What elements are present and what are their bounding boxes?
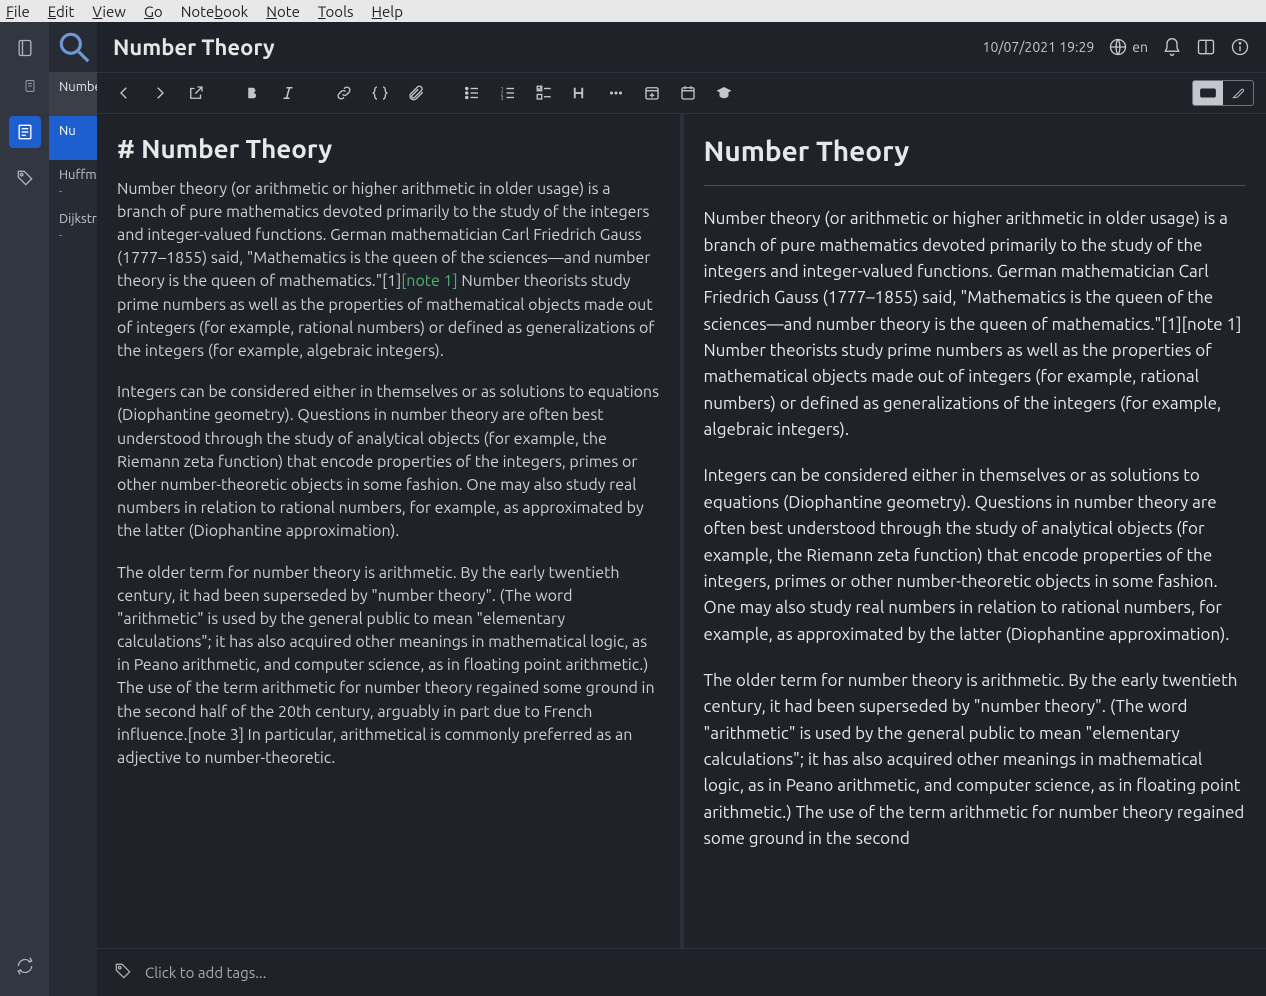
nav-forward-button[interactable] — [145, 78, 175, 108]
menu-go[interactable]: Go — [144, 3, 163, 20]
checkbox-list-button[interactable] — [529, 78, 559, 108]
hr-button[interactable] — [601, 78, 631, 108]
menu-file[interactable]: File — [6, 3, 30, 20]
note-link[interactable]: [note 1] — [401, 272, 457, 290]
notes-icon[interactable] — [9, 116, 41, 148]
code-button[interactable] — [365, 78, 395, 108]
notelist-item-title: Nu — [59, 124, 87, 138]
svg-text:3: 3 — [501, 95, 504, 101]
note-title[interactable]: Number Theory — [113, 35, 983, 60]
note-list: Number Theory Nu Huffman - Dijkstra - — [49, 22, 97, 996]
search-button[interactable] — [49, 22, 97, 72]
menu-tools[interactable]: Tools — [318, 3, 354, 20]
note-header: Number Theory 10/07/2021 19:29 en — [97, 22, 1266, 72]
menu-help[interactable]: Help — [372, 3, 403, 20]
notebooks-icon[interactable] — [9, 32, 41, 64]
sync-icon[interactable] — [9, 950, 41, 982]
calendar-button[interactable] — [673, 78, 703, 108]
language-label: en — [1132, 39, 1148, 55]
note-footer: Click to add tags... — [97, 948, 1266, 996]
menu-edit[interactable]: Edit — [48, 3, 75, 20]
notelist-item[interactable]: Dijkstra - — [49, 204, 97, 248]
notelist-item-title: Number Theory — [59, 80, 87, 94]
editor-paragraph: The older term for number theory is arit… — [117, 562, 660, 771]
preview-pane: Number Theory Number theory (or arithmet… — [684, 114, 1266, 948]
view-mode-toggle[interactable] — [1192, 80, 1254, 106]
sidebar-rail — [0, 22, 49, 996]
richtext-mode-button[interactable] — [1223, 81, 1253, 105]
notelist-item-sub: - — [59, 230, 87, 242]
notelist-item-title: Dijkstra — [59, 212, 87, 226]
preview-paragraph: The older term for number theory is arit… — [704, 668, 1247, 852]
preview-paragraph: Integers can be considered either in the… — [704, 463, 1247, 647]
attachment-button[interactable] — [401, 78, 431, 108]
bold-button[interactable] — [237, 78, 267, 108]
notelist-item[interactable]: Number Theory — [49, 72, 97, 116]
editor-pane[interactable]: # Number Theory Number theory (or arithm… — [97, 114, 684, 948]
menu-view[interactable]: View — [92, 3, 126, 20]
education-button[interactable] — [709, 78, 739, 108]
tags-icon[interactable] — [9, 162, 41, 194]
insert-date-button[interactable] — [637, 78, 667, 108]
italic-button[interactable] — [273, 78, 303, 108]
tags-icon[interactable] — [113, 961, 133, 984]
tags-placeholder[interactable]: Click to add tags... — [145, 964, 266, 981]
preview-heading: Number Theory — [704, 130, 1247, 186]
editor-paragraph: Number theory (or arithmetic or higher a… — [117, 178, 660, 364]
editor-paragraph: Integers can be considered either in the… — [117, 381, 660, 543]
menu-note[interactable]: Note — [266, 3, 300, 20]
external-link-button[interactable] — [181, 78, 211, 108]
editor-toolbar: 123 — [97, 72, 1266, 114]
info-icon[interactable] — [1230, 37, 1250, 57]
spellcheck-language[interactable]: en — [1108, 37, 1148, 57]
nav-back-button[interactable] — [109, 78, 139, 108]
notelist-item-title: Huffman — [59, 168, 87, 182]
note-timestamp: 10/07/2021 19:29 — [983, 39, 1095, 55]
notelist-item[interactable]: Nu — [49, 116, 97, 160]
numbered-list-button[interactable]: 123 — [493, 78, 523, 108]
notelist-item-sub: - — [59, 186, 87, 198]
editor-heading: # Number Theory — [117, 130, 660, 168]
alarm-icon[interactable] — [1162, 37, 1182, 57]
bulleted-list-button[interactable] — [457, 78, 487, 108]
menu-notebook[interactable]: Notebook — [181, 3, 249, 20]
link-button[interactable] — [329, 78, 359, 108]
note-sub-icon[interactable] — [14, 70, 46, 102]
preview-paragraph: Number theory (or arithmetic or higher a… — [704, 206, 1247, 443]
markdown-mode-button[interactable] — [1193, 81, 1223, 105]
notelist-item[interactable]: Huffman - — [49, 160, 97, 204]
menubar[interactable]: File Edit View Go Notebook Note Tools Help — [0, 0, 1266, 22]
heading-button[interactable] — [565, 78, 595, 108]
layout-toggle-icon[interactable] — [1196, 37, 1216, 57]
